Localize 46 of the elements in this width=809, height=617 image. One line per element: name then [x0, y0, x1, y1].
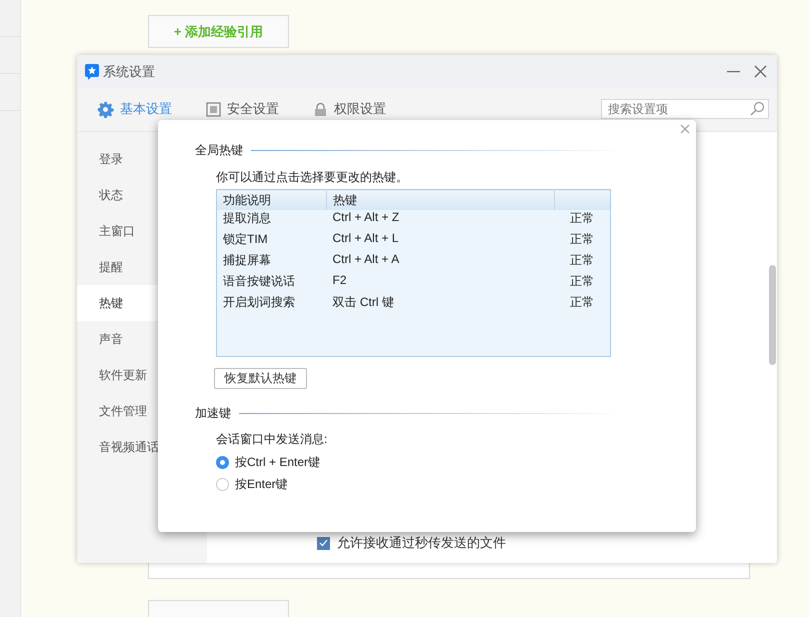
prompt-text: 会话窗口中发送消息: [216, 431, 328, 448]
table-cell: 正常 [554, 273, 610, 294]
settings-tab[interactable]: 权限设置 [313, 100, 386, 118]
column-header[interactable]: 功能说明 [216, 190, 326, 210]
settings-tab[interactable]: 安全设置 [206, 100, 279, 118]
scrollbar[interactable] [769, 265, 776, 365]
table-cell: 锁定TIM [216, 231, 326, 252]
table-cell: Ctrl + Alt + A [326, 252, 554, 273]
close-icon[interactable] [754, 65, 767, 78]
table-cell: 正常 [554, 231, 610, 252]
sidebar-item[interactable]: 热键 [77, 285, 159, 321]
table-cell: Ctrl + Alt + L [326, 231, 554, 252]
section-title: 加速键 [195, 405, 231, 422]
radio-option[interactable]: 按Ctrl + Enter键 [216, 451, 320, 473]
table-cell: 开启划词搜索 [216, 294, 326, 315]
gear-icon [97, 100, 114, 118]
sidebar-item[interactable]: 状态 [77, 177, 159, 213]
window-title: 系统设置 [103, 62, 156, 80]
section-title: 全局热键 [195, 142, 243, 159]
table-cell: 双击 Ctrl 键 [326, 294, 554, 315]
table-cell: 正常 [554, 252, 610, 273]
sidebar-item[interactable]: 登录 [77, 141, 159, 177]
search-field[interactable]: 搜索设置项 [601, 99, 769, 119]
checkbox[interactable] [317, 536, 330, 550]
table-cell: 正常 [554, 210, 610, 231]
table-cell: Ctrl + Alt + Z [326, 210, 554, 231]
sidebar-item[interactable]: 软件更新 [77, 357, 159, 393]
app-logo-icon [85, 64, 99, 80]
sidebar-item[interactable]: 音视频通话 [77, 429, 159, 465]
minimize-icon[interactable] [727, 70, 740, 72]
search-icon [749, 101, 765, 117]
table-cell: 语音按键说话 [216, 273, 326, 294]
column-header[interactable]: 热键 [326, 190, 554, 210]
description-text: 你可以通过点击选择要更改的热键。 [216, 169, 409, 186]
lock-icon [313, 102, 328, 116]
restore-defaults-button[interactable]: 恢复默认热键 [214, 368, 307, 389]
table-cell: 正常 [554, 294, 610, 315]
sidebar-item[interactable]: 主窗口 [77, 213, 159, 249]
checkbox-label: 允许接收通过秒传发送的文件 [337, 534, 506, 552]
radio-option[interactable]: 按Enter键 [216, 473, 288, 495]
table-cell: 提取消息 [216, 210, 326, 231]
table-cell: F2 [326, 273, 554, 294]
sidebar-item[interactable]: 提醒 [77, 249, 159, 285]
sidebar-item[interactable]: 文件管理 [77, 393, 159, 429]
table-cell: 捕捉屏幕 [216, 252, 326, 273]
sidebar-item[interactable]: 声音 [77, 321, 159, 357]
